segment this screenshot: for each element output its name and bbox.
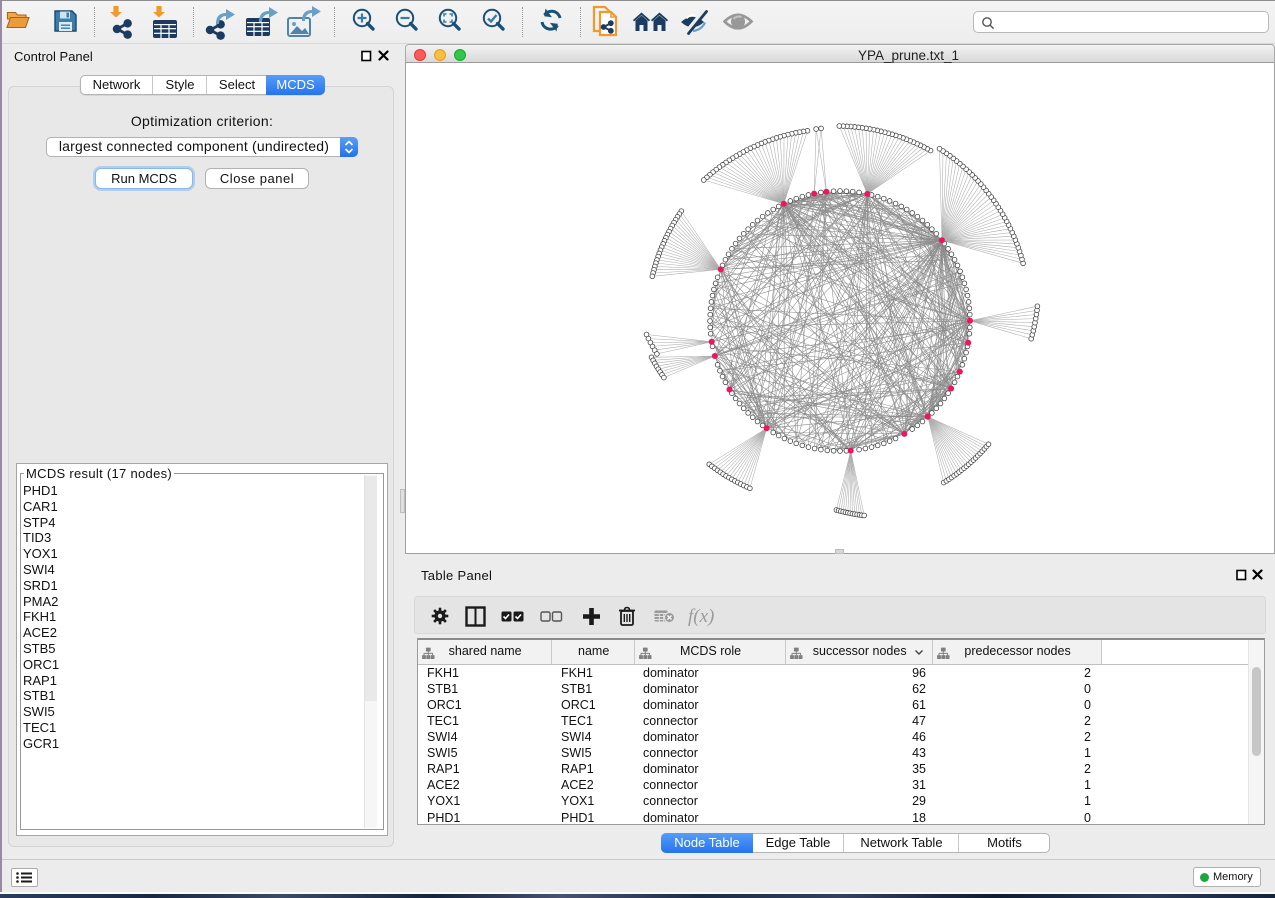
svg-text:f(x): f(x)	[688, 606, 714, 627]
